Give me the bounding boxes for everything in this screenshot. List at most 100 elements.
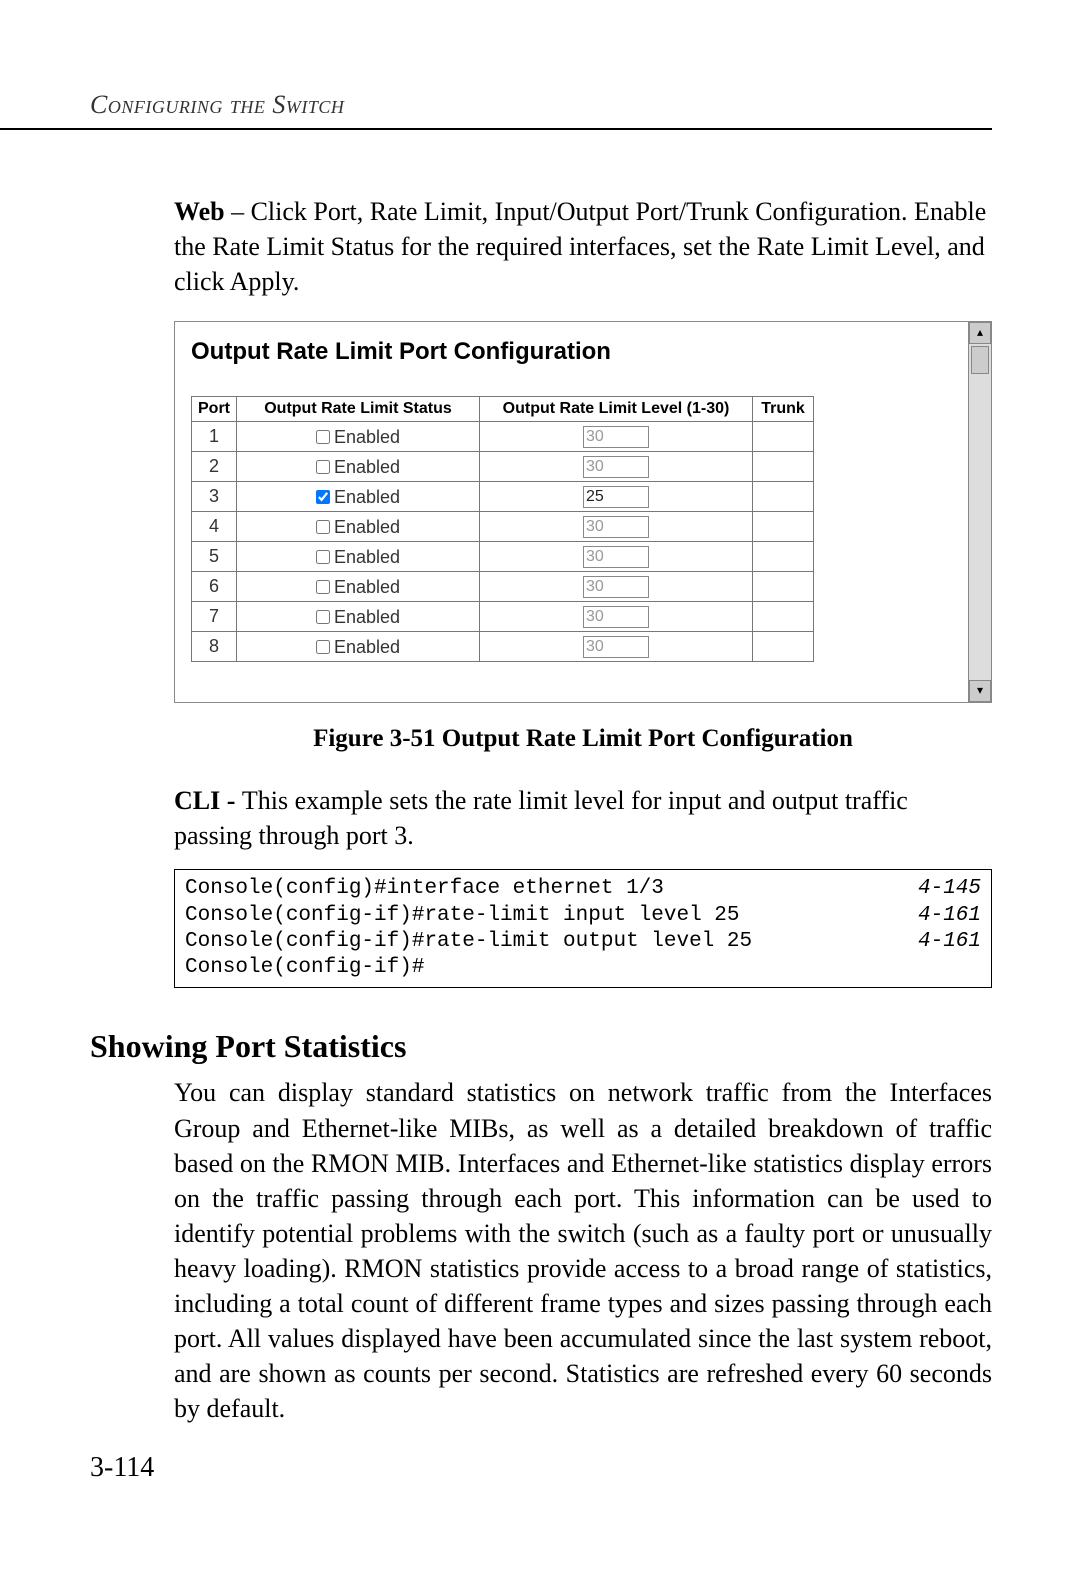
cell-port: 8 [192,632,237,662]
cell-status: Enabled [237,572,480,602]
col-port: Port [192,397,237,422]
cell-trunk [753,422,814,452]
level-input[interactable] [583,636,649,658]
table-row: 3 Enabled [192,482,814,512]
enabled-label: Enabled [334,547,400,567]
web-intro-text: – Click Port, Rate Limit, Input/Output P… [174,197,986,296]
level-input[interactable] [583,516,649,538]
cell-level [480,482,753,512]
cli-page-ref: 4-161 [918,929,981,955]
cli-line: Console(config-if)#rate-limit input leve… [185,903,981,929]
cell-trunk [753,632,814,662]
enabled-checkbox[interactable] [316,550,330,564]
cell-trunk [753,572,814,602]
col-status: Output Rate Limit Status [237,397,480,422]
enabled-label: Enabled [334,607,400,627]
rate-limit-table: Port Output Rate Limit Status Output Rat… [191,396,814,662]
cli-page-ref: 4-145 [918,876,981,902]
section-body: You can display standard statistics on n… [174,1075,992,1426]
cli-output-box: Console(config)#interface ethernet 1/3 4-… [174,869,992,988]
enabled-checkbox[interactable] [316,580,330,594]
level-input[interactable] [583,546,649,568]
table-row: 6 Enabled [192,572,814,602]
figure-caption: Figure 3-51 Output Rate Limit Port Confi… [174,725,992,753]
table-row: 2 Enabled [192,452,814,482]
enabled-checkbox[interactable] [316,460,330,474]
cli-line: Console(config-if)#rate-limit output lev… [185,929,981,955]
table-row: 7 Enabled [192,602,814,632]
enabled-label: Enabled [334,457,400,477]
cell-level [480,542,753,572]
table-row: 5 Enabled [192,542,814,572]
cell-port: 7 [192,602,237,632]
section-heading: Showing Port Statistics [90,1028,992,1065]
cell-status: Enabled [237,632,480,662]
cell-port: 4 [192,512,237,542]
enabled-checkbox[interactable] [316,430,330,444]
cell-status: Enabled [237,542,480,572]
panel-title: Output Rate Limit Port Configuration [191,338,953,366]
enabled-checkbox[interactable] [316,640,330,654]
cell-trunk [753,482,814,512]
cell-level [480,512,753,542]
cell-trunk [753,542,814,572]
cell-status: Enabled [237,602,480,632]
config-panel-inner: Output Rate Limit Port Configuration Por… [175,322,969,702]
cli-line: Console(config-if)# [185,955,981,981]
cell-level [480,452,753,482]
cli-command: Console(config-if)# [185,955,424,981]
running-head: Configuring the Switch [0,90,992,130]
cell-trunk [753,602,814,632]
enabled-label: Enabled [334,517,400,537]
cell-trunk [753,452,814,482]
cell-level [480,572,753,602]
table-row: 8 Enabled [192,632,814,662]
enabled-label: Enabled [334,637,400,657]
cell-level [480,602,753,632]
cell-port: 2 [192,452,237,482]
cell-status: Enabled [237,422,480,452]
cell-status: Enabled [237,452,480,482]
vertical-scrollbar[interactable]: ▴ ▾ [968,322,991,702]
cli-command: Console(config-if)#rate-limit output lev… [185,929,752,955]
cli-intro-text: This example sets the rate limit level f… [174,786,908,850]
cell-port: 6 [192,572,237,602]
cell-port: 5 [192,542,237,572]
enabled-checkbox[interactable] [316,490,330,504]
cli-intro-paragraph: CLI - This example sets the rate limit l… [174,783,992,853]
web-intro-paragraph: Web – Click Port, Rate Limit, Input/Outp… [174,194,992,299]
scroll-thumb[interactable] [971,346,989,374]
enabled-label: Enabled [334,577,400,597]
cli-page-ref: 4-161 [918,903,981,929]
cli-command: Console(config)#interface ethernet 1/3 [185,876,664,902]
table-row: 1Enabled [192,422,814,452]
enabled-checkbox[interactable] [316,520,330,534]
cli-prefix: CLI - [174,786,242,815]
config-panel: Output Rate Limit Port Configuration Por… [174,321,992,703]
page-number: 3-114 [90,1452,154,1484]
level-input[interactable] [583,486,649,508]
enabled-label: Enabled [334,487,400,507]
figure-container: Output Rate Limit Port Configuration Por… [174,321,992,703]
col-level: Output Rate Limit Level (1-30) [480,397,753,422]
scroll-down-button[interactable]: ▾ [969,680,991,702]
cell-status: Enabled [237,482,480,512]
cell-port: 3 [192,482,237,512]
table-row: 4 Enabled [192,512,814,542]
enabled-label: Enabled [334,427,400,447]
cli-command: Console(config-if)#rate-limit input leve… [185,903,740,929]
cell-level [480,632,753,662]
cli-line: Console(config)#interface ethernet 1/3 4-… [185,876,981,902]
cell-level [480,422,753,452]
level-input[interactable] [583,426,649,448]
web-prefix: Web [174,197,225,226]
level-input[interactable] [583,456,649,478]
cell-status: Enabled [237,512,480,542]
scroll-up-button[interactable]: ▴ [969,322,991,344]
level-input[interactable] [583,606,649,628]
cell-trunk [753,512,814,542]
level-input[interactable] [583,576,649,598]
enabled-checkbox[interactable] [316,610,330,624]
page: Configuring the Switch Web – Click Port,… [0,0,1080,1570]
table-header-row: Port Output Rate Limit Status Output Rat… [192,397,814,422]
